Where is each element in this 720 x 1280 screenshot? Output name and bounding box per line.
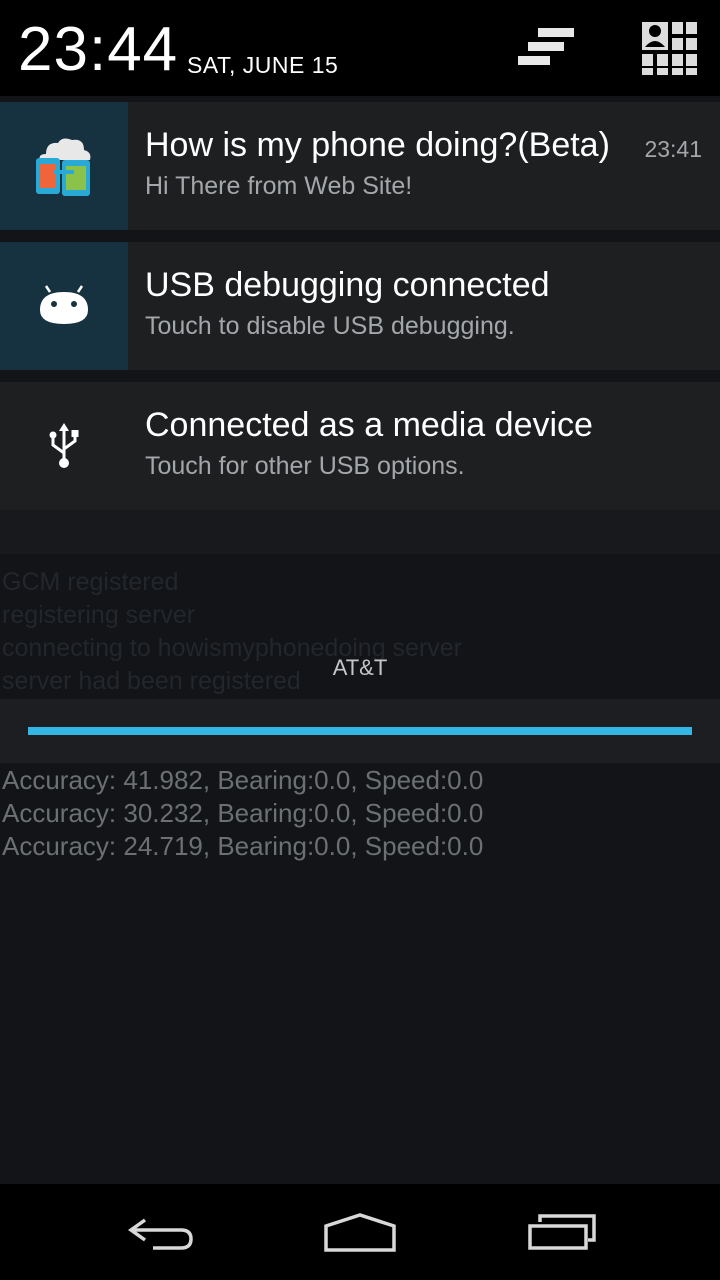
date: SAT, JUNE 15 xyxy=(187,52,339,78)
home-button[interactable] xyxy=(310,1202,410,1262)
recents-icon xyxy=(528,1214,596,1250)
clock: 23:44 xyxy=(18,15,179,84)
clear-all-icon xyxy=(518,28,574,65)
phone-status-app-icon xyxy=(36,138,91,196)
notification-usb-debugging[interactable]: USB debugging connected Touch to disable… xyxy=(0,242,720,370)
carrier-label: AT&T xyxy=(332,655,388,680)
shade-handle[interactable] xyxy=(0,699,720,763)
notification-header: 23:44 SAT, JUNE 15 xyxy=(0,0,720,96)
back-icon xyxy=(127,1218,193,1250)
android-debug-icon xyxy=(40,285,88,324)
notification-time: 23:41 xyxy=(644,136,702,162)
notification-title: USB debugging connected xyxy=(145,266,550,304)
notification-icon-box xyxy=(0,382,128,510)
notification-title: How is my phone doing?(Beta) xyxy=(145,126,610,164)
home-icon xyxy=(324,1213,396,1252)
quick-settings-icon xyxy=(642,22,697,75)
notification-title: Connected as a media device xyxy=(145,406,593,444)
accuracy-line: Accuracy: 30.232, Bearing:0.0, Speed:0.0 xyxy=(2,798,484,828)
accuracy-line: Accuracy: 24.719, Bearing:0.0, Speed:0.0 xyxy=(2,831,484,861)
back-button[interactable] xyxy=(110,1202,210,1262)
accuracy-log: Accuracy: 41.982, Bearing:0.0, Speed:0.0… xyxy=(2,764,483,863)
accuracy-line: Accuracy: 41.982, Bearing:0.0, Speed:0.0 xyxy=(2,765,484,795)
clear-all-button[interactable] xyxy=(512,24,582,74)
notification-media-device[interactable]: Connected as a media device Touch for ot… xyxy=(0,382,720,510)
log-line: GCM registered xyxy=(2,568,179,596)
notification-phone-status[interactable]: How is my phone doing?(Beta) 23:41 Hi Th… xyxy=(0,102,720,230)
notification-text: Hi There from Web Site! xyxy=(145,172,413,200)
shade-handle-bar xyxy=(28,727,692,735)
notification-icon-box xyxy=(0,242,128,370)
recents-button[interactable] xyxy=(512,1202,612,1262)
notification-text: Touch for other USB options. xyxy=(145,452,465,480)
notification-text: Touch to disable USB debugging. xyxy=(145,312,515,340)
screen: GCM registered registering server connec… xyxy=(0,0,720,1280)
log-line: registering server xyxy=(2,601,196,629)
navigation-bar xyxy=(0,1184,720,1280)
quick-settings-button[interactable] xyxy=(640,20,698,76)
usb-icon xyxy=(49,423,79,468)
notification-icon-box xyxy=(0,102,128,230)
